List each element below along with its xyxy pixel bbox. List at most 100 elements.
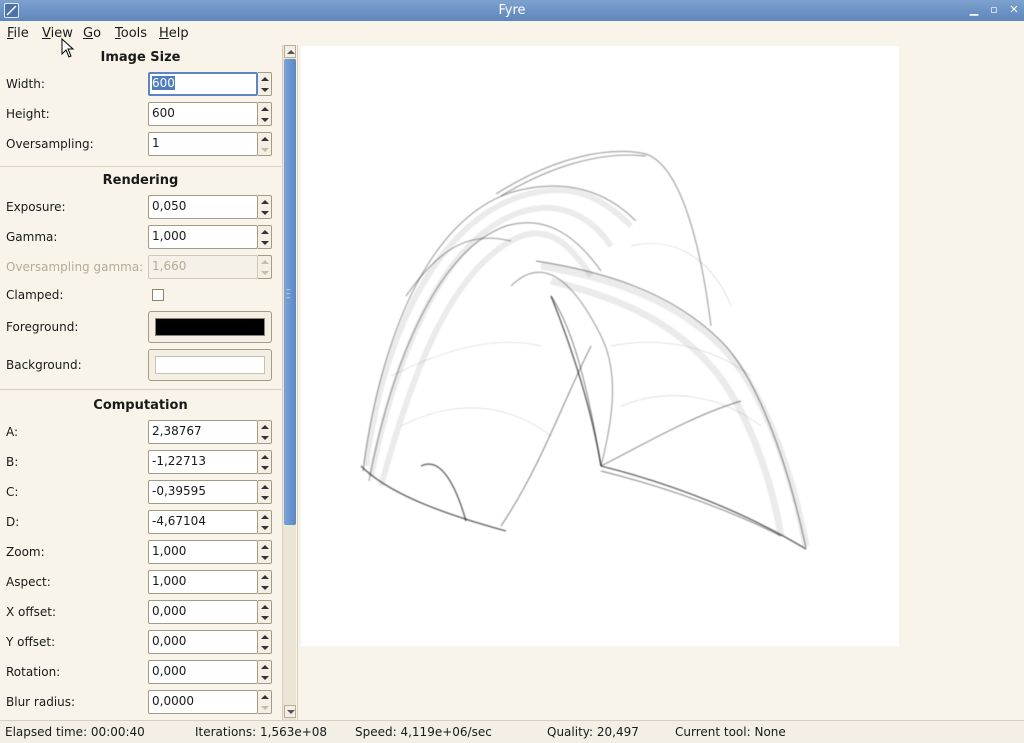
d-down-icon[interactable] xyxy=(261,526,269,530)
y-offset-input[interactable]: 0,000 xyxy=(148,630,258,654)
maximize-icon[interactable]: ▫ xyxy=(987,3,1001,17)
blur-radius-up-icon[interactable] xyxy=(261,695,269,699)
minimize-icon[interactable]: ▁ xyxy=(967,3,981,17)
c-input[interactable]: -0,39595 xyxy=(148,480,258,504)
b-input[interactable]: -1,22713 xyxy=(148,450,258,474)
rotation-label: Rotation: xyxy=(6,665,61,679)
sidebar-scrollbar[interactable]: – – – xyxy=(282,45,296,720)
foreground-label: Foreground: xyxy=(6,320,79,334)
render-canvas[interactable] xyxy=(301,46,899,646)
x-offset-label: X offset: xyxy=(6,605,57,619)
image-size-title: Image Size xyxy=(100,50,181,65)
exposure-down-icon[interactable] xyxy=(261,211,269,215)
a-spinner[interactable]: 2,38767 xyxy=(148,420,272,444)
foreground-color-button[interactable] xyxy=(148,311,272,343)
height-label: Height: xyxy=(6,107,50,121)
menu-bar: File View Go Tools Help xyxy=(0,21,1024,45)
a-input[interactable]: 2,38767 xyxy=(148,420,258,444)
height-up-icon[interactable] xyxy=(261,107,269,111)
width-spinner[interactable]: 600 xyxy=(148,72,272,96)
menu-tools[interactable]: Tools xyxy=(115,26,147,41)
aspect-down-icon[interactable] xyxy=(261,586,269,590)
rotation-spinner[interactable]: 0,000 xyxy=(148,660,272,684)
rendering-title: Rendering xyxy=(102,173,179,188)
height-down-icon[interactable] xyxy=(261,118,269,122)
c-down-icon[interactable] xyxy=(261,496,269,500)
exposure-up-icon[interactable] xyxy=(261,200,269,204)
a-up-icon[interactable] xyxy=(261,425,269,429)
d-spinner[interactable]: -4,67104 xyxy=(148,510,272,534)
oversampling-input[interactable]: 1 xyxy=(148,132,258,156)
clamped-checkbox[interactable] xyxy=(152,289,164,301)
y-offset-spinner[interactable]: 0,000 xyxy=(148,630,272,654)
oversampling-down-icon[interactable] xyxy=(261,148,269,152)
oversampling-gamma-up-icon xyxy=(261,260,269,264)
zoom-up-icon[interactable] xyxy=(261,545,269,549)
height-spinner[interactable]: 600 xyxy=(148,102,272,126)
aspect-input[interactable]: 1,000 xyxy=(148,570,258,594)
rotation-input[interactable]: 0,000 xyxy=(148,660,258,684)
oversampling-spinner[interactable]: 1 xyxy=(148,132,272,156)
oversampling-gamma-down-icon xyxy=(261,271,269,275)
quality: Quality: 20,497 xyxy=(547,725,639,739)
speed: Speed: 4,119e+06/sec xyxy=(355,725,492,739)
c-up-icon[interactable] xyxy=(261,485,269,489)
elapsed-time: Elapsed time: 00:00:40 xyxy=(5,725,145,739)
attractor-image xyxy=(360,150,810,550)
exposure-input[interactable]: 0,050 xyxy=(148,195,258,219)
zoom-spinner[interactable]: 1,000 xyxy=(148,540,272,564)
clamped-label: Clamped: xyxy=(6,288,64,302)
aspect-up-icon[interactable] xyxy=(261,575,269,579)
computation-title: Computation xyxy=(93,398,188,413)
menu-go[interactable]: Go xyxy=(83,26,101,41)
blur-radius-spinner[interactable]: 0,0000 xyxy=(148,690,272,714)
close-icon[interactable]: ✕ xyxy=(1007,3,1021,17)
x-offset-input[interactable]: 0,000 xyxy=(148,600,258,624)
background-color-button[interactable] xyxy=(148,349,272,381)
y-offset-up-icon[interactable] xyxy=(261,635,269,639)
menu-file[interactable]: File xyxy=(7,26,29,41)
b-down-icon[interactable] xyxy=(261,466,269,470)
menu-help[interactable]: Help xyxy=(159,26,189,41)
mouse-cursor-icon xyxy=(61,38,75,58)
gamma-input[interactable]: 1,000 xyxy=(148,225,258,249)
x-offset-up-icon[interactable] xyxy=(261,605,269,609)
background-label: Background: xyxy=(6,358,82,372)
y-offset-down-icon[interactable] xyxy=(261,646,269,650)
c-spinner[interactable]: -0,39595 xyxy=(148,480,272,504)
oversampling-up-icon[interactable] xyxy=(261,137,269,141)
rotation-down-icon[interactable] xyxy=(261,676,269,680)
gamma-down-icon[interactable] xyxy=(261,241,269,245)
width-input[interactable]: 600 xyxy=(148,72,258,96)
b-up-icon[interactable] xyxy=(261,455,269,459)
scroll-up-button[interactable] xyxy=(284,45,296,58)
zoom-label: Zoom: xyxy=(6,545,45,559)
zoom-input[interactable]: 1,000 xyxy=(148,540,258,564)
aspect-spinner[interactable]: 1,000 xyxy=(148,570,272,594)
scroll-down-button[interactable] xyxy=(284,705,296,718)
blur-radius-input[interactable]: 0,0000 xyxy=(148,690,258,714)
x-offset-down-icon[interactable] xyxy=(261,616,269,620)
width-label: Width: xyxy=(6,77,45,91)
window-title: Fyre xyxy=(498,3,526,18)
separator xyxy=(0,389,281,390)
y-offset-label: Y offset: xyxy=(6,635,56,649)
width-down-icon[interactable] xyxy=(261,88,269,92)
blur-radius-down-icon[interactable] xyxy=(261,706,269,710)
oversampling-label: Oversampling: xyxy=(6,137,94,151)
height-input[interactable]: 600 xyxy=(148,102,258,126)
gamma-up-icon[interactable] xyxy=(261,230,269,234)
a-down-icon[interactable] xyxy=(261,436,269,440)
gamma-spinner[interactable]: 1,000 xyxy=(148,225,272,249)
render-viewport[interactable] xyxy=(297,45,1024,720)
d-input[interactable]: -4,67104 xyxy=(148,510,258,534)
exposure-spinner[interactable]: 0,050 xyxy=(148,195,272,219)
gamma-label: Gamma: xyxy=(6,230,58,244)
title-bar: Fyre ▁ ▫ ✕ xyxy=(0,0,1024,21)
b-spinner[interactable]: -1,22713 xyxy=(148,450,272,474)
d-up-icon[interactable] xyxy=(261,515,269,519)
x-offset-spinner[interactable]: 0,000 xyxy=(148,600,272,624)
rotation-up-icon[interactable] xyxy=(261,665,269,669)
width-up-icon[interactable] xyxy=(261,77,269,81)
zoom-down-icon[interactable] xyxy=(261,556,269,560)
